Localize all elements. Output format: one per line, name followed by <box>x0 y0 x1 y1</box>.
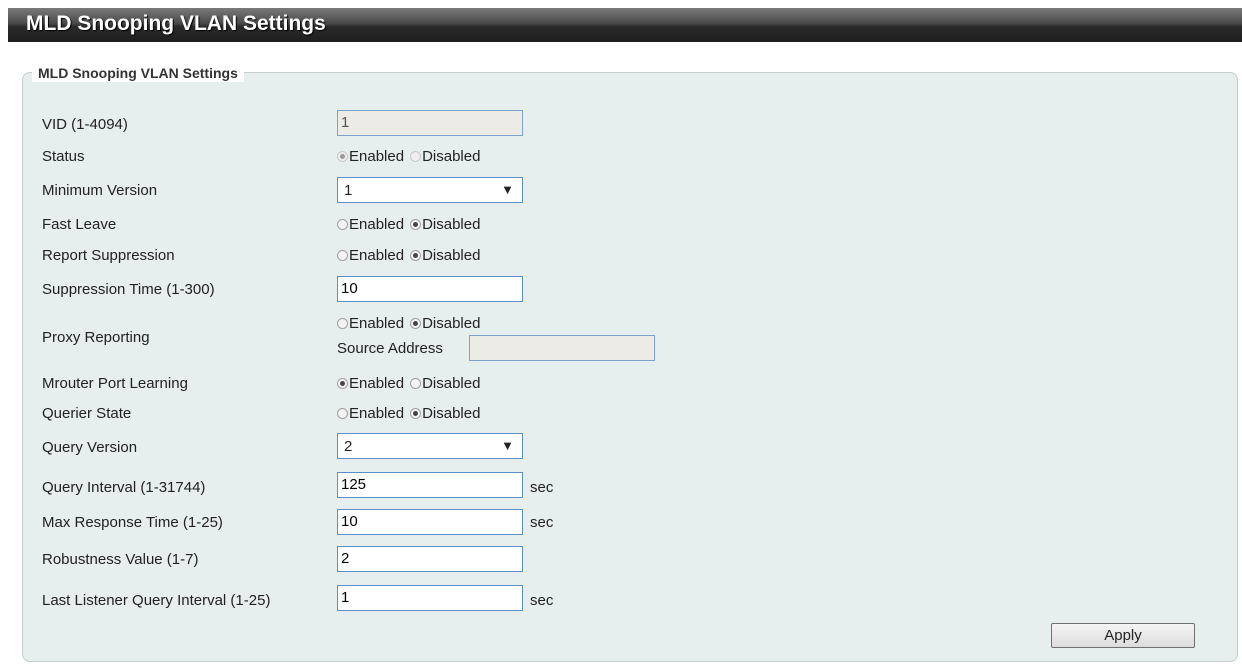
proxy-reporting-label: Proxy Reporting <box>42 329 150 346</box>
proxy-reporting-radio-group: Enabled Disabled <box>337 315 480 333</box>
fast-leave-radio-group: Enabled Disabled <box>337 216 480 234</box>
fast-leave-disabled-text: Disabled <box>422 216 481 233</box>
querier-disabled-radio[interactable] <box>410 408 422 419</box>
query-interval-label: Query Interval (1-31744) <box>42 479 206 496</box>
status-radio-group: Enabled Disabled <box>337 148 480 166</box>
query-version-select[interactable]: 2 ▼ <box>337 433 523 459</box>
robustness-value-label: Robustness Value (1-7) <box>42 551 199 568</box>
report-suppression-label: Report Suppression <box>42 247 175 264</box>
querier-disabled-text: Disabled <box>422 405 481 422</box>
querier-enabled-radio[interactable] <box>337 408 348 419</box>
report-suppression-enabled-text: Enabled <box>349 247 405 264</box>
page-title: MLD Snooping VLAN Settings <box>26 12 326 35</box>
last-listener-query-interval-unit: sec <box>530 592 554 609</box>
query-version-value: 2 <box>344 438 353 455</box>
query-version-label: Query Version <box>42 439 138 456</box>
settings-fieldset <box>22 72 1238 662</box>
last-listener-query-interval-input[interactable]: 1 <box>337 585 523 611</box>
querier-state-radio-group: Enabled Disabled <box>337 405 480 423</box>
mrouter-disabled-radio[interactable] <box>410 378 422 389</box>
apply-button[interactable]: Apply <box>1051 623 1195 648</box>
report-suppression-radio-group: Enabled Disabled <box>337 247 480 265</box>
last-listener-query-interval-label: Last Listener Query Interval (1-25) <box>42 592 271 609</box>
status-label: Status <box>42 148 85 165</box>
report-suppression-disabled-text: Disabled <box>422 247 481 264</box>
proxy-reporting-disabled-radio[interactable] <box>410 318 422 329</box>
status-disabled-radio <box>410 151 422 162</box>
mrouter-enabled-radio[interactable] <box>337 378 348 389</box>
status-enabled-radio <box>337 151 348 162</box>
fast-leave-enabled-text: Enabled <box>349 216 405 233</box>
minimum-version-select[interactable]: 1 ▼ <box>337 177 523 203</box>
fast-leave-disabled-radio[interactable] <box>410 219 422 230</box>
mrouter-enabled-text: Enabled <box>349 375 405 392</box>
robustness-value-input[interactable]: 2 <box>337 546 523 572</box>
suppression-time-label: Suppression Time (1-300) <box>42 281 215 298</box>
fast-leave-label: Fast Leave <box>42 216 117 233</box>
report-suppression-enabled-radio[interactable] <box>337 250 348 261</box>
vid-label: VID (1-4094) <box>42 116 128 133</box>
fast-leave-enabled-radio[interactable] <box>337 219 348 230</box>
source-address-label: Source Address <box>337 340 443 357</box>
chevron-down-icon: ▼ <box>501 438 514 453</box>
proxy-reporting-enabled-radio[interactable] <box>337 318 348 329</box>
max-response-time-input[interactable]: 10 <box>337 509 523 535</box>
minimum-version-value: 1 <box>344 182 353 199</box>
status-enabled-text: Enabled <box>349 148 405 165</box>
max-response-time-unit: sec <box>530 514 554 531</box>
chevron-down-icon: ▼ <box>501 182 514 197</box>
mrouter-disabled-text: Disabled <box>422 375 481 392</box>
query-interval-input[interactable]: 125 <box>337 472 523 498</box>
mrouter-port-learning-radio-group: Enabled Disabled <box>337 375 480 393</box>
proxy-reporting-enabled-text: Enabled <box>349 315 405 332</box>
title-bar: MLD Snooping VLAN Settings <box>8 8 1242 42</box>
fieldset-legend: MLD Snooping VLAN Settings <box>32 64 244 82</box>
vid-input: 1 <box>337 110 523 136</box>
report-suppression-disabled-radio[interactable] <box>410 250 422 261</box>
querier-enabled-text: Enabled <box>349 405 405 422</box>
max-response-time-label: Max Response Time (1-25) <box>42 514 223 531</box>
proxy-reporting-disabled-text: Disabled <box>422 315 481 332</box>
suppression-time-input[interactable]: 10 <box>337 276 523 302</box>
source-address-input <box>469 335 655 361</box>
query-interval-unit: sec <box>530 479 554 496</box>
status-disabled-text: Disabled <box>422 148 481 165</box>
querier-state-label: Querier State <box>42 405 132 422</box>
mrouter-port-learning-label: Mrouter Port Learning <box>42 375 188 392</box>
minimum-version-label: Minimum Version <box>42 182 158 199</box>
